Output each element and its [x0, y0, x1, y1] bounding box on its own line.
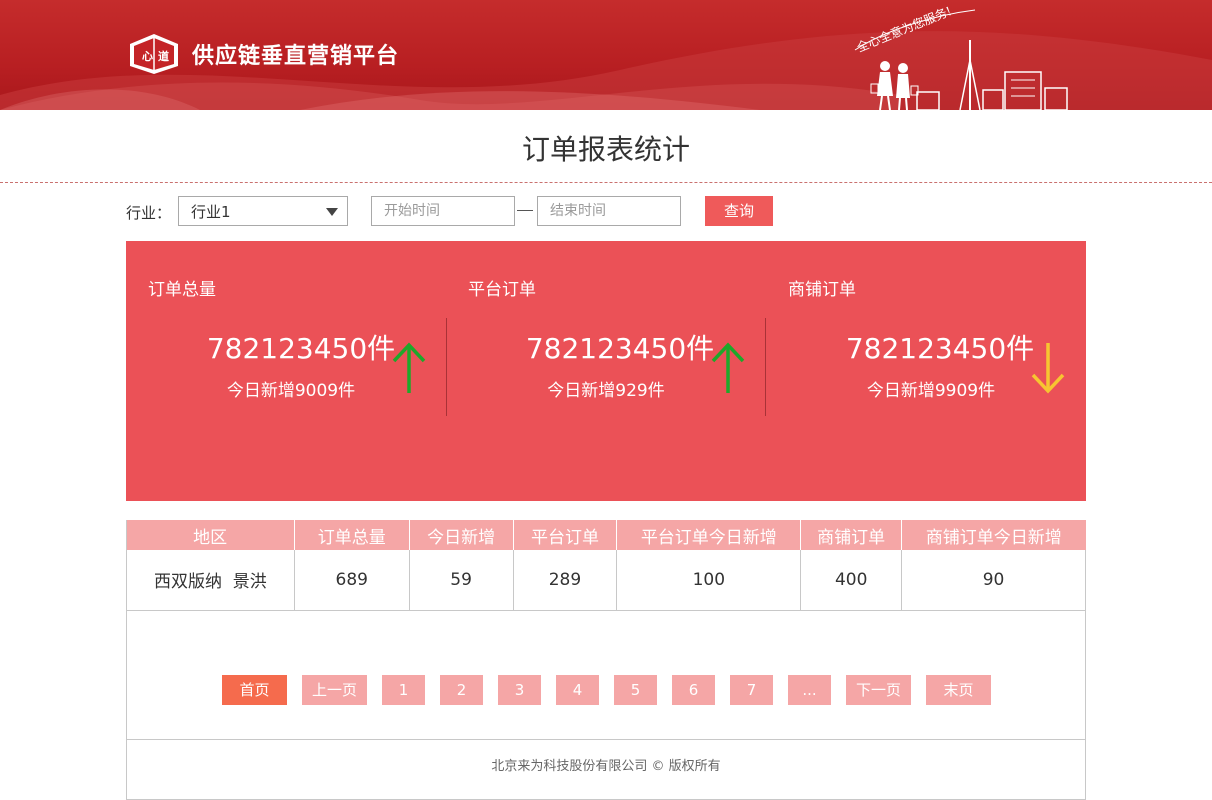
svg-text:心: 心 — [142, 50, 153, 63]
table-row: 西双版纳 景洪 689 59 289 100 400 90 — [126, 550, 1086, 611]
last-page-button[interactable]: 末页 — [926, 675, 991, 705]
svg-text:道: 道 — [158, 49, 169, 63]
page-5-button[interactable]: 5 — [614, 675, 657, 705]
end-date-input[interactable] — [537, 196, 681, 226]
start-date-input[interactable] — [371, 196, 515, 226]
stat-title: 商铺订单 — [788, 280, 856, 300]
arrow-up-icon — [711, 342, 745, 393]
next-page-button[interactable]: 下一页 — [846, 675, 911, 705]
first-page-button[interactable]: 首页 — [222, 675, 287, 705]
arrow-down-icon — [1031, 343, 1065, 394]
brand-logo-icon: 心 道 — [130, 34, 178, 74]
prev-page-button[interactable]: 上一页 — [302, 675, 367, 705]
page-3-button[interactable]: 3 — [498, 675, 541, 705]
stat-shop-orders: 商铺订单 782123450件 今日新增9909件 — [766, 241, 1086, 501]
industry-select-value: 行业1 — [191, 203, 231, 221]
arrow-up-icon — [392, 342, 426, 393]
slogan-text: 全心全意为您服务! — [855, 3, 954, 55]
footer-divider — [126, 739, 1086, 740]
title-divider — [0, 182, 1212, 183]
industry-select[interactable]: 行业1 — [178, 196, 348, 226]
table-cell: 90 — [901, 550, 1086, 611]
page-4-button[interactable]: 4 — [556, 675, 599, 705]
page-6-button[interactable]: 6 — [672, 675, 715, 705]
stat-platform-orders: 平台订单 782123450件 今日新增929件 — [446, 241, 766, 501]
table-cell: 689 — [294, 550, 410, 611]
table-cell: 59 — [409, 550, 514, 611]
page-2-button[interactable]: 2 — [440, 675, 483, 705]
page-title: 订单报表统计 — [521, 133, 690, 166]
header-cell: 商铺订单 — [800, 520, 903, 550]
table-cell: 100 — [616, 550, 802, 611]
stats-panel: 订单总量 782123450件 今日新增9009件 平台订单 782123450… — [126, 241, 1086, 501]
footer-copyright: 北京来为科技股份有限公司 © 版权所有 — [491, 759, 721, 774]
header-cell: 今日新增 — [409, 520, 514, 550]
brand-name: 供应链垂直营销平台 — [192, 43, 400, 69]
stat-title: 平台订单 — [468, 280, 536, 300]
table-cell: 400 — [800, 550, 903, 611]
industry-label: 行业： — [126, 204, 172, 222]
chevron-down-icon — [326, 208, 338, 216]
table-header-row: 地区 订单总量 今日新增 平台订单 平台订单今日新增 商铺订单 商铺订单今日新增 — [126, 520, 1086, 550]
table-cell: 289 — [513, 550, 618, 611]
stat-total-orders: 订单总量 782123450件 今日新增9009件 — [126, 241, 446, 501]
page-1-button[interactable]: 1 — [382, 675, 425, 705]
page-7-button[interactable]: 7 — [730, 675, 773, 705]
header-banner: 心 道 供应链垂直营销平台 全心全意为您服务! — [0, 0, 1212, 110]
header-cell: 平台订单今日新增 — [616, 520, 802, 550]
header-cell: 地区 — [126, 520, 295, 550]
header-cell: 订单总量 — [294, 520, 410, 550]
header-cell: 商铺订单今日新增 — [901, 520, 1086, 550]
city-shopping-decoration: 全心全意为您服务! — [855, 3, 1068, 110]
date-range-separator — [517, 210, 533, 211]
table-cell: 西双版纳 景洪 — [126, 550, 295, 611]
stat-title: 订单总量 — [148, 280, 216, 300]
query-button[interactable]: 查询 — [705, 196, 773, 226]
page-ellipsis[interactable]: ... — [788, 675, 831, 705]
header-cell: 平台订单 — [513, 520, 618, 550]
region-order-table: 地区 订单总量 今日新增 平台订单 平台订单今日新增 商铺订单 商铺订单今日新增… — [126, 520, 1086, 611]
